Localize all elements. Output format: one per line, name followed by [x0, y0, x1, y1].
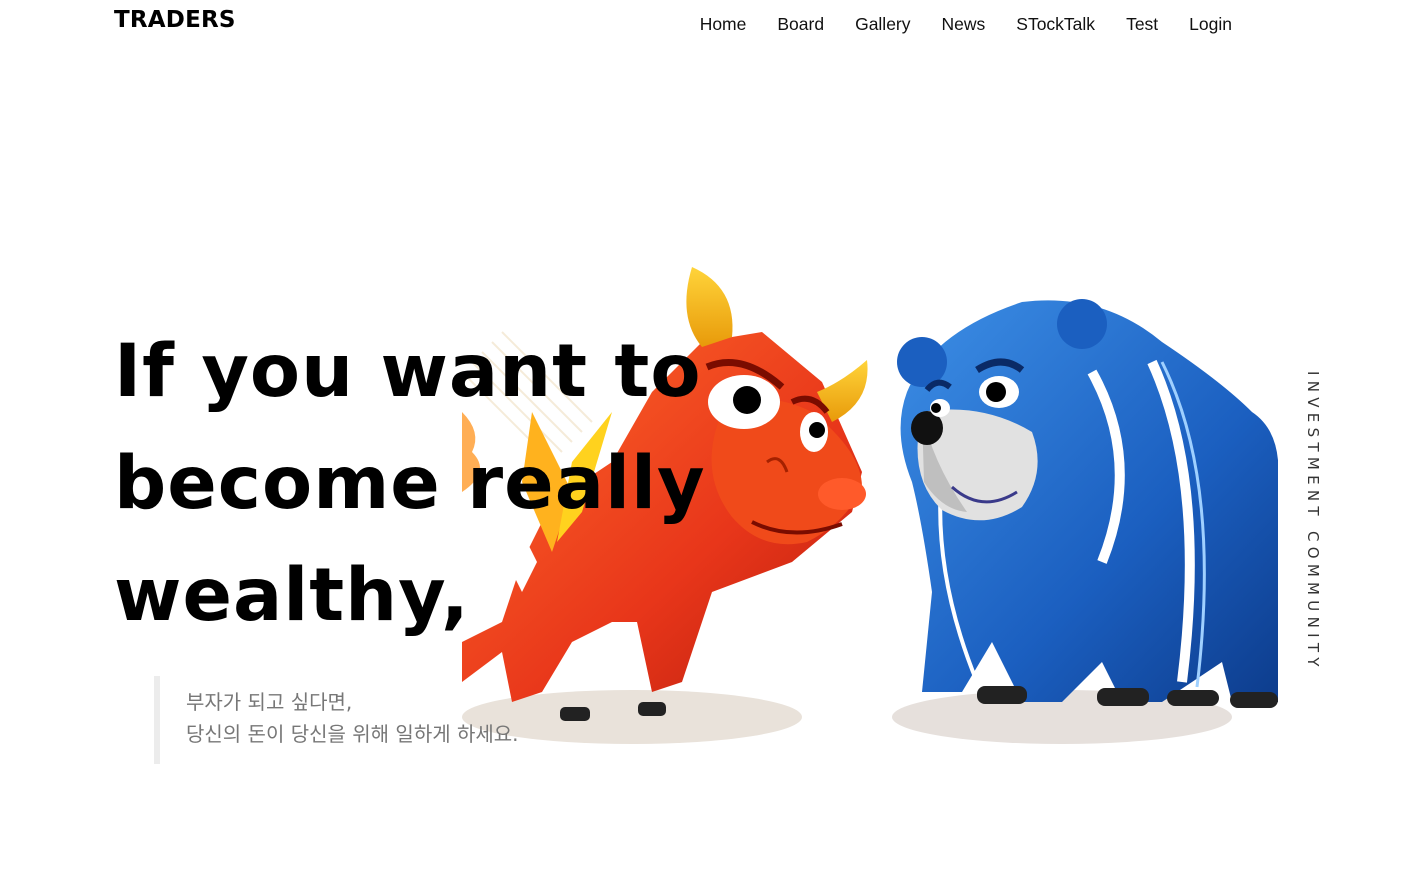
nav-login[interactable]: Login — [1189, 14, 1232, 35]
nav-gallery[interactable]: Gallery — [855, 14, 910, 35]
bear-icon — [897, 299, 1278, 708]
nav-news[interactable]: News — [942, 14, 986, 35]
hero-headline-line: become really — [114, 441, 706, 526]
hero-headline-line: If you want to — [114, 329, 702, 414]
nav-stocktalk[interactable]: STockTalk — [1016, 14, 1095, 35]
main-nav: Home Board Gallery News STockTalk Test L… — [700, 14, 1232, 35]
quote-line: 당신의 돈이 당신을 위해 일하게 하세요. — [186, 722, 519, 746]
nav-home[interactable]: Home — [700, 14, 747, 35]
hero-headline-line: wealthy, — [114, 553, 470, 638]
hero-headline: If you want to become really wealthy, — [114, 316, 706, 652]
quote-line: 부자가 되고 싶다면, — [186, 690, 353, 714]
nav-board[interactable]: Board — [777, 14, 824, 35]
nav-test[interactable]: Test — [1126, 14, 1158, 35]
side-vertical-label: INVESTMENT COMMUNITY — [1304, 371, 1322, 672]
site-logo[interactable]: TRADERS — [114, 7, 236, 33]
hero-quote: 부자가 되고 싶다면, 당신의 돈이 당신을 위해 일하게 하세요. — [154, 676, 519, 764]
